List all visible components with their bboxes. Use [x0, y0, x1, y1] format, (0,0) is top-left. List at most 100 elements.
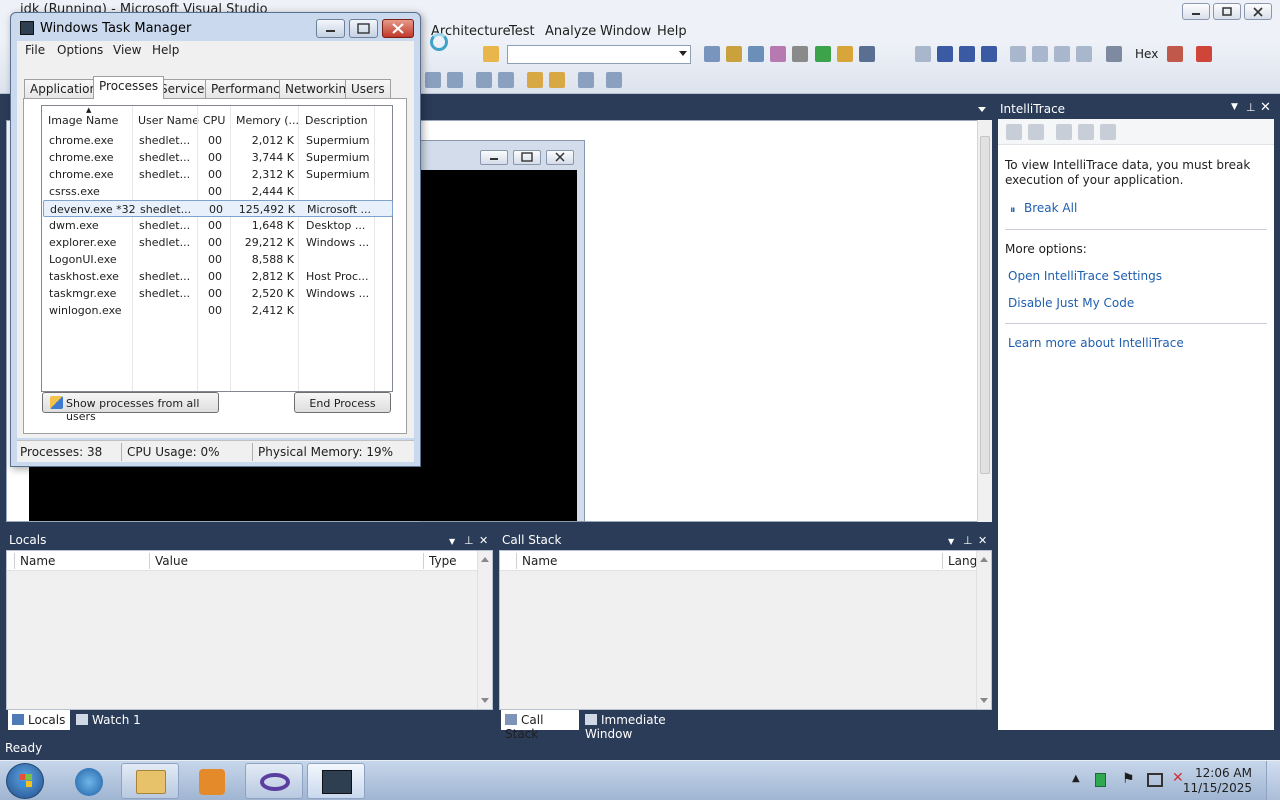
- toolbar-icon-10[interactable]: [527, 72, 543, 88]
- tab-call-stack[interactable]: Call Stack: [501, 710, 579, 741]
- toolbar-icon-2[interactable]: [726, 46, 742, 62]
- menu-help[interactable]: Help: [657, 24, 687, 39]
- toolbar-icon-4[interactable]: [770, 46, 786, 62]
- process-row[interactable]: chrome.exe shedlet... 00 3,744 K Supermium: [43, 149, 393, 166]
- window-position-icon[interactable]: ▼: [948, 536, 954, 547]
- breakpoint-icon[interactable]: [1196, 46, 1212, 62]
- tm-menu-file[interactable]: File: [25, 43, 45, 57]
- scroll-up-icon[interactable]: [980, 557, 988, 562]
- toolbar-icon-12[interactable]: [578, 72, 594, 88]
- calls-icon[interactable]: [1078, 124, 1094, 140]
- stop-icon[interactable]: [959, 46, 975, 62]
- column-name[interactable]: Name: [522, 554, 557, 568]
- run-icon[interactable]: [815, 46, 831, 62]
- tm-minimize-button[interactable]: [316, 19, 345, 38]
- process-row[interactable]: winlogon.exe 00 2,412 K: [43, 302, 393, 319]
- window-position-icon[interactable]: ▼: [449, 536, 455, 547]
- hex-toggle[interactable]: Hex: [1135, 47, 1158, 61]
- action-center-flag-icon[interactable]: ⚑: [1122, 771, 1135, 787]
- menu-window[interactable]: Window: [600, 24, 651, 39]
- process-row[interactable]: chrome.exe shedlet... 00 2,012 K Supermium: [43, 132, 393, 149]
- show-hidden-icons[interactable]: ▲: [1072, 773, 1080, 784]
- toolbar-icon-8[interactable]: [476, 72, 492, 88]
- tab-immediate-window[interactable]: Immediate Window: [581, 710, 711, 741]
- show-desktop-button[interactable]: [1266, 761, 1280, 800]
- scrollbar-thumb[interactable]: [980, 136, 990, 474]
- learn-more-link[interactable]: Learn more about IntelliTrace: [1008, 336, 1184, 350]
- quick-watch-icon[interactable]: [1106, 46, 1122, 62]
- process-list[interactable]: Image Name ▲ User Name CPU Memory (... D…: [41, 105, 393, 392]
- events-icon[interactable]: [1056, 124, 1072, 140]
- find-combo-box[interactable]: [507, 45, 691, 64]
- restart-icon[interactable]: [981, 46, 997, 62]
- process-row[interactable]: explorer.exe shedlet... 00 29,212 K Windows …: [43, 234, 393, 251]
- toolbar-icon-6[interactable]: [425, 72, 441, 88]
- toolbar-icon-5[interactable]: [837, 46, 853, 62]
- callstack-scrollbar[interactable]: [976, 551, 991, 709]
- tm-close-button[interactable]: [382, 19, 414, 38]
- tm-menu-options[interactable]: Options: [57, 43, 103, 57]
- disable-jmc-link[interactable]: Disable Just My Code: [1008, 296, 1134, 310]
- step-out-icon[interactable]: [1054, 46, 1070, 62]
- locals-body[interactable]: Name Value Type: [6, 550, 493, 710]
- open-settings-link[interactable]: Open IntelliTrace Settings: [1008, 269, 1162, 283]
- pin-icon[interactable]: ⊥: [963, 535, 973, 546]
- column-description[interactable]: Description: [305, 114, 368, 127]
- console-maximize-button[interactable]: [513, 150, 541, 165]
- column-name[interactable]: Name: [20, 554, 55, 568]
- pin-icon[interactable]: ⊥: [464, 535, 474, 546]
- column-value[interactable]: Value: [155, 554, 188, 568]
- process-row[interactable]: LogonUI.exe 00 8,588 K: [43, 251, 393, 268]
- tools-icon[interactable]: [792, 46, 808, 62]
- folder-search-icon[interactable]: [483, 46, 499, 62]
- toolbar-icon-9[interactable]: [498, 72, 514, 88]
- column-cpu[interactable]: CPU: [203, 114, 225, 127]
- column-user-name[interactable]: User Name: [138, 114, 199, 127]
- taskbar-ie[interactable]: [60, 763, 118, 799]
- tab-watch-1[interactable]: Watch 1: [72, 710, 148, 730]
- tm-menu-help[interactable]: Help: [152, 43, 179, 57]
- scroll-down-icon[interactable]: [481, 698, 489, 703]
- scroll-down-icon[interactable]: [980, 698, 988, 703]
- toolbar-icon-3[interactable]: [748, 46, 764, 62]
- step-into-icon[interactable]: [1010, 46, 1026, 62]
- break-all-link[interactable]: Break All: [1024, 201, 1077, 215]
- column-lang[interactable]: Lang: [948, 554, 977, 568]
- console-minimize-button[interactable]: [480, 150, 508, 165]
- pin-icon[interactable]: ⊥: [1246, 101, 1256, 114]
- process-row[interactable]: dwm.exe shedlet... 00 1,648 K Desktop ...: [43, 217, 393, 234]
- scroll-up-icon[interactable]: [481, 557, 489, 562]
- settings-icon[interactable]: [1100, 124, 1116, 140]
- step-over-icon[interactable]: [1032, 46, 1048, 62]
- menu-analyze[interactable]: Analyze: [545, 24, 596, 39]
- document-scrollbar[interactable]: [977, 120, 992, 522]
- step-back-icon[interactable]: [1076, 46, 1092, 62]
- list-icon[interactable]: [1006, 124, 1022, 140]
- start-button[interactable]: [6, 763, 44, 799]
- process-row[interactable]: taskhost.exe shedlet... 00 2,812 K Host Proc…: [43, 268, 393, 285]
- network-icon[interactable]: [1147, 773, 1163, 787]
- vs-maximize-button[interactable]: [1213, 3, 1241, 20]
- battery-icon[interactable]: [1095, 773, 1106, 787]
- menu-test[interactable]: Test: [509, 24, 535, 39]
- process-row[interactable]: chrome.exe shedlet... 00 2,312 K Supermium: [43, 166, 393, 183]
- tm-maximize-button[interactable]: [349, 19, 378, 38]
- vs-close-button[interactable]: [1244, 3, 1272, 20]
- tab-processes[interactable]: Processes: [93, 76, 165, 99]
- vs-minimize-button[interactable]: [1182, 3, 1210, 20]
- document-dropdown-icon[interactable]: [978, 107, 986, 112]
- threads-icon[interactable]: [1167, 46, 1183, 62]
- tm-menu-view[interactable]: View: [113, 43, 141, 57]
- open-icon[interactable]: [1028, 124, 1044, 140]
- column-image-name[interactable]: Image Name: [48, 114, 118, 127]
- column-memory[interactable]: Memory (...: [236, 114, 299, 127]
- close-icon[interactable]: ✕: [978, 535, 987, 546]
- taskbar-media-player[interactable]: [182, 763, 240, 799]
- process-row[interactable]: devenv.exe *32 shedlet... 00 125,492 K Micro…: [43, 200, 393, 217]
- callstack-body[interactable]: Name Lang: [499, 550, 992, 710]
- toolbar-icon-11[interactable]: [549, 72, 565, 88]
- toolbar-icon-7[interactable]: [447, 72, 463, 88]
- window-position-icon[interactable]: ▼: [1231, 102, 1238, 112]
- close-icon[interactable]: ✕: [479, 535, 488, 546]
- process-row[interactable]: csrss.exe 00 2,444 K: [43, 183, 393, 200]
